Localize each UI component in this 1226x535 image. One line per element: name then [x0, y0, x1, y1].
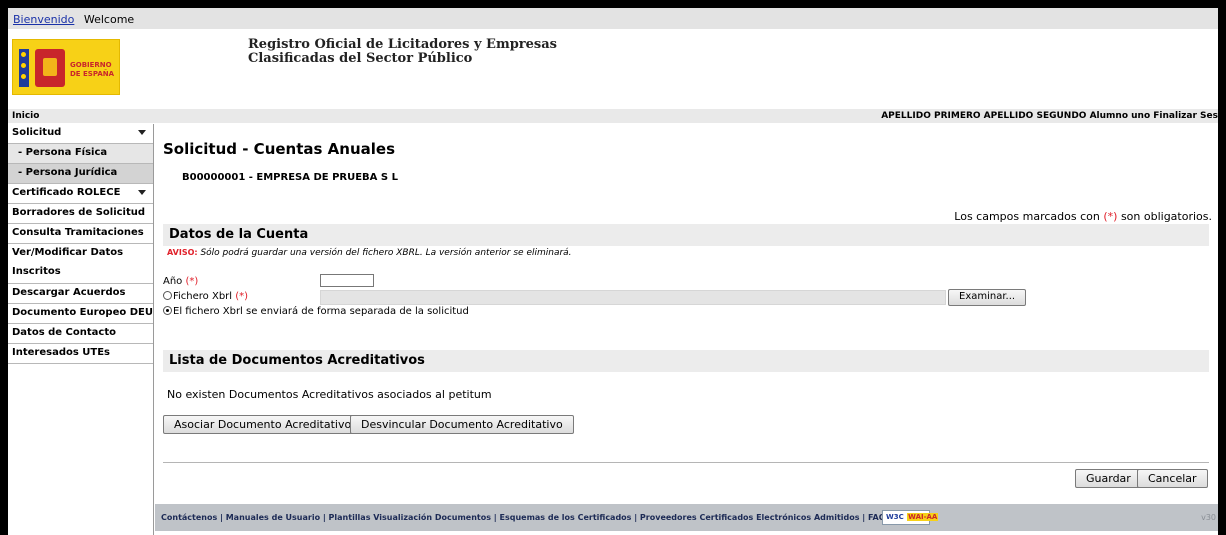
logo-text: GOBIERNO DE ESPAÑA — [70, 61, 115, 78]
sidebar-item-contacto[interactable]: Datos de Contacto — [8, 324, 153, 344]
chevron-down-icon[interactable] — [138, 130, 146, 135]
separate-radio-icon[interactable] — [163, 306, 172, 315]
browser-page: Bienvenido Welcome GOBIERNO DE ESPAÑA Re… — [8, 8, 1218, 535]
sidebar-item-persona-fisica[interactable]: - Persona Física — [8, 144, 153, 164]
site-title: Registro Oficial de Licitadores y Empres… — [248, 37, 557, 66]
save-button[interactable]: Guardar — [1075, 469, 1142, 488]
chevron-down-icon[interactable] — [138, 190, 146, 195]
section-docs-header: Lista de Documentos Acreditativos — [163, 350, 1209, 372]
aviso-note: AVISO: Sólo podrá guardar una versión de… — [167, 248, 572, 258]
sidebar: Solicitud - Persona Física - Persona Jur… — [8, 124, 154, 535]
year-input[interactable] — [320, 274, 374, 287]
main-content: Solicitud - Cuentas Anuales B00000001 - … — [155, 124, 1218, 504]
sidebar-item-consulta[interactable]: Consulta Tramitaciones — [8, 224, 153, 244]
wai-aa-badge-icon[interactable]: W3C WAI-AA — [882, 510, 939, 525]
entity-name: B00000001 - EMPRESA DE PRUEBA S L — [182, 172, 398, 183]
user-name: APELLIDO PRIMERO APELLIDO SEGUNDO Alumno… — [881, 111, 1151, 121]
section-account-header: Datos de la Cuenta — [163, 224, 1209, 246]
divider — [163, 462, 1209, 463]
aviso-label: AVISO: — [167, 248, 198, 257]
user-strip: Inicio APELLIDO PRIMERO APELLIDO SEGUNDO… — [8, 109, 1218, 123]
no-documents-text: No existen Documentos Acreditativos asoc… — [167, 388, 492, 401]
logout-link[interactable]: Finalizar Ses — [1153, 111, 1218, 121]
gobierno-logo: GOBIERNO DE ESPAÑA — [12, 39, 120, 95]
footer: Contáctenos | Manuales de Usuario | Plan… — [155, 504, 1218, 531]
home-link[interactable]: Inicio — [12, 111, 39, 121]
sidebar-item-descargar[interactable]: Descargar Acuerdos — [8, 284, 153, 304]
eu-flag-icon — [19, 49, 29, 87]
user-info: APELLIDO PRIMERO APELLIDO SEGUNDO Alumno… — [881, 111, 1218, 121]
cancel-button[interactable]: Cancelar — [1137, 469, 1208, 488]
sidebar-item-certificado[interactable]: Certificado ROLECE — [8, 184, 153, 204]
top-bar: Bienvenido Welcome — [8, 8, 1218, 29]
coat-of-arms-icon — [35, 49, 65, 87]
file-xbrl-option[interactable]: Fichero Xbrl (*) — [163, 291, 248, 302]
welcome-text: Welcome — [83, 13, 135, 26]
sidebar-item-ver-modificar[interactable]: Ver/Modificar Datos Inscritos — [8, 244, 153, 284]
page-title: Solicitud - Cuentas Anuales — [163, 140, 395, 158]
sidebar-item-utes[interactable]: Interesados UTEs — [8, 344, 153, 364]
footer-links[interactable]: Contáctenos | Manuales de Usuario | Plan… — [161, 513, 886, 522]
welcome-link[interactable]: Bienvenido — [13, 13, 74, 26]
sidebar-item-borradores[interactable]: Borradores de Solicitud — [8, 204, 153, 224]
associate-document-button[interactable]: Asociar Documento Acreditativo — [163, 415, 363, 434]
version-label: v30 — [1201, 513, 1216, 522]
year-label: Año (*) — [163, 276, 199, 287]
sidebar-item-persona-juridica[interactable]: - Persona Jurídica — [8, 164, 153, 184]
file-path-field[interactable] — [320, 290, 946, 305]
unlink-document-button[interactable]: Desvincular Documento Acreditativo — [350, 415, 574, 434]
required-note: Los campos marcados con (*) son obligato… — [954, 210, 1212, 223]
file-radio-icon[interactable] — [163, 291, 172, 300]
separate-file-option[interactable]: El fichero Xbrl se enviará de forma sepa… — [163, 306, 469, 317]
aviso-text: Sólo podrá guardar una versión del fiche… — [200, 248, 572, 258]
browse-button[interactable]: Examinar... — [948, 289, 1027, 306]
sidebar-item-deuc[interactable]: Documento Europeo DEUC — [8, 304, 153, 324]
sidebar-item-solicitud[interactable]: Solicitud — [8, 124, 153, 144]
